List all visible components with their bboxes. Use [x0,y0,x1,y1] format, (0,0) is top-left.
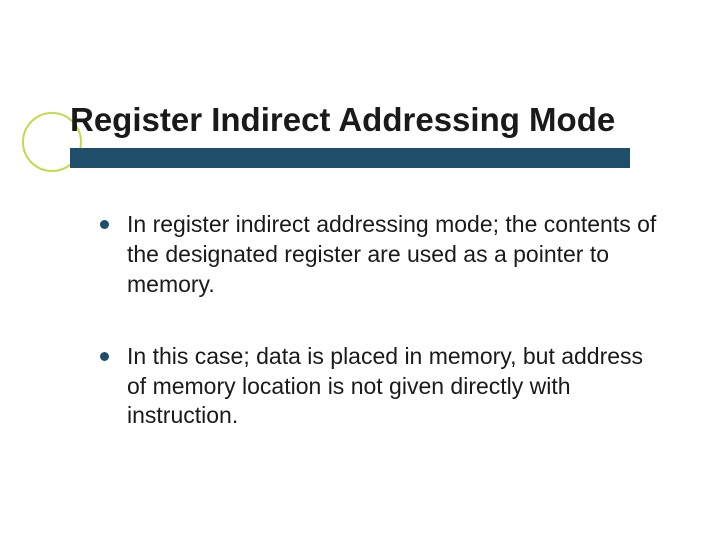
bullet-icon [100,352,109,361]
title-block: Register Indirect Addressing Mode [70,100,680,168]
slide-title: Register Indirect Addressing Mode [70,100,680,140]
list-item: In this case; data is placed in memory, … [100,342,660,432]
bullet-icon [100,220,109,229]
list-item: In register indirect addressing mode; th… [100,210,660,300]
bullet-list: In register indirect addressing mode; th… [100,210,660,473]
title-underline-bar [70,148,630,168]
bullet-text: In register indirect addressing mode; th… [127,210,660,300]
bullet-text: In this case; data is placed in memory, … [127,342,660,432]
